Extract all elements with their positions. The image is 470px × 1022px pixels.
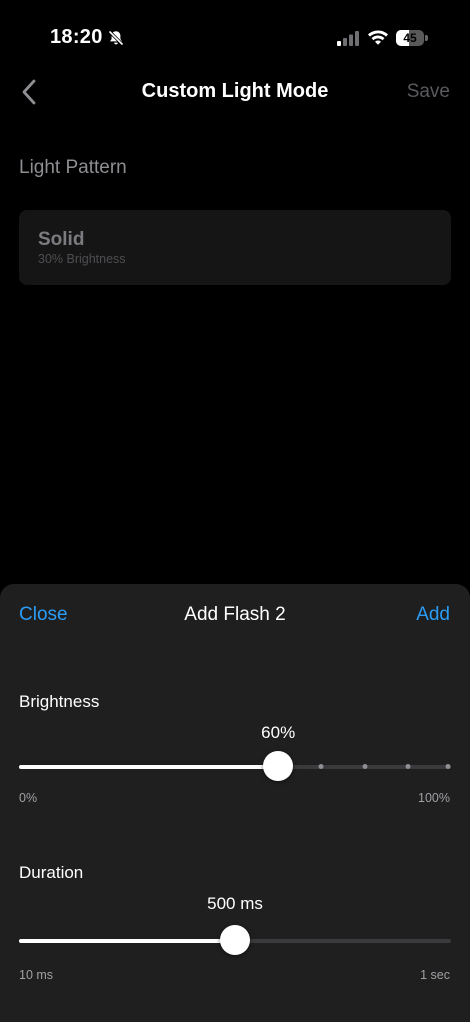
save-button[interactable]: Save — [407, 81, 450, 103]
cellular-signal-icon — [337, 31, 359, 46]
wifi-icon — [368, 30, 388, 45]
brightness-step-dot — [405, 764, 411, 769]
duration-min-label: 10 ms — [19, 968, 54, 982]
light-pattern-card[interactable]: Solid 30% Brightness — [19, 210, 451, 285]
brightness-step-dot — [445, 764, 451, 769]
bell-slash-icon — [108, 30, 124, 46]
add-flash-sheet: Close Add Flash 2 Add Brightness 60% 0% … — [0, 584, 470, 1022]
brightness-step-dot — [318, 764, 324, 769]
status-time: 18:20 — [50, 26, 103, 48]
battery-level: 45 — [403, 31, 417, 45]
pattern-detail: 30% Brightness — [38, 252, 126, 266]
brightness-slider[interactable] — [19, 751, 451, 781]
duration-fill — [19, 939, 235, 943]
duration-max-label: 1 sec — [420, 968, 450, 982]
brightness-fill — [19, 765, 279, 769]
brightness-value: 60% — [261, 723, 296, 742]
duration-slider[interactable] — [19, 925, 451, 955]
light-pattern-label: Light Pattern — [19, 157, 127, 178]
duration-label: Duration — [19, 863, 84, 882]
status-bar: 18:20 45 — [0, 0, 470, 60]
battery-icon: 45 — [396, 30, 428, 46]
add-button[interactable]: Add — [416, 604, 450, 626]
brightness-min-label: 0% — [19, 791, 38, 805]
brightness-step-dot — [362, 764, 368, 769]
page-title: Custom Light Mode — [141, 80, 329, 102]
pattern-name: Solid — [38, 229, 85, 250]
sheet-title: Add Flash 2 — [184, 604, 286, 625]
brightness-max-label: 100% — [418, 791, 450, 805]
battery-cap — [425, 35, 428, 41]
duration-slider-thumb[interactable] — [220, 925, 250, 955]
brightness-label: Brightness — [19, 692, 100, 711]
duration-value: 500 ms — [207, 894, 263, 913]
brightness-slider-thumb[interactable] — [263, 751, 294, 781]
